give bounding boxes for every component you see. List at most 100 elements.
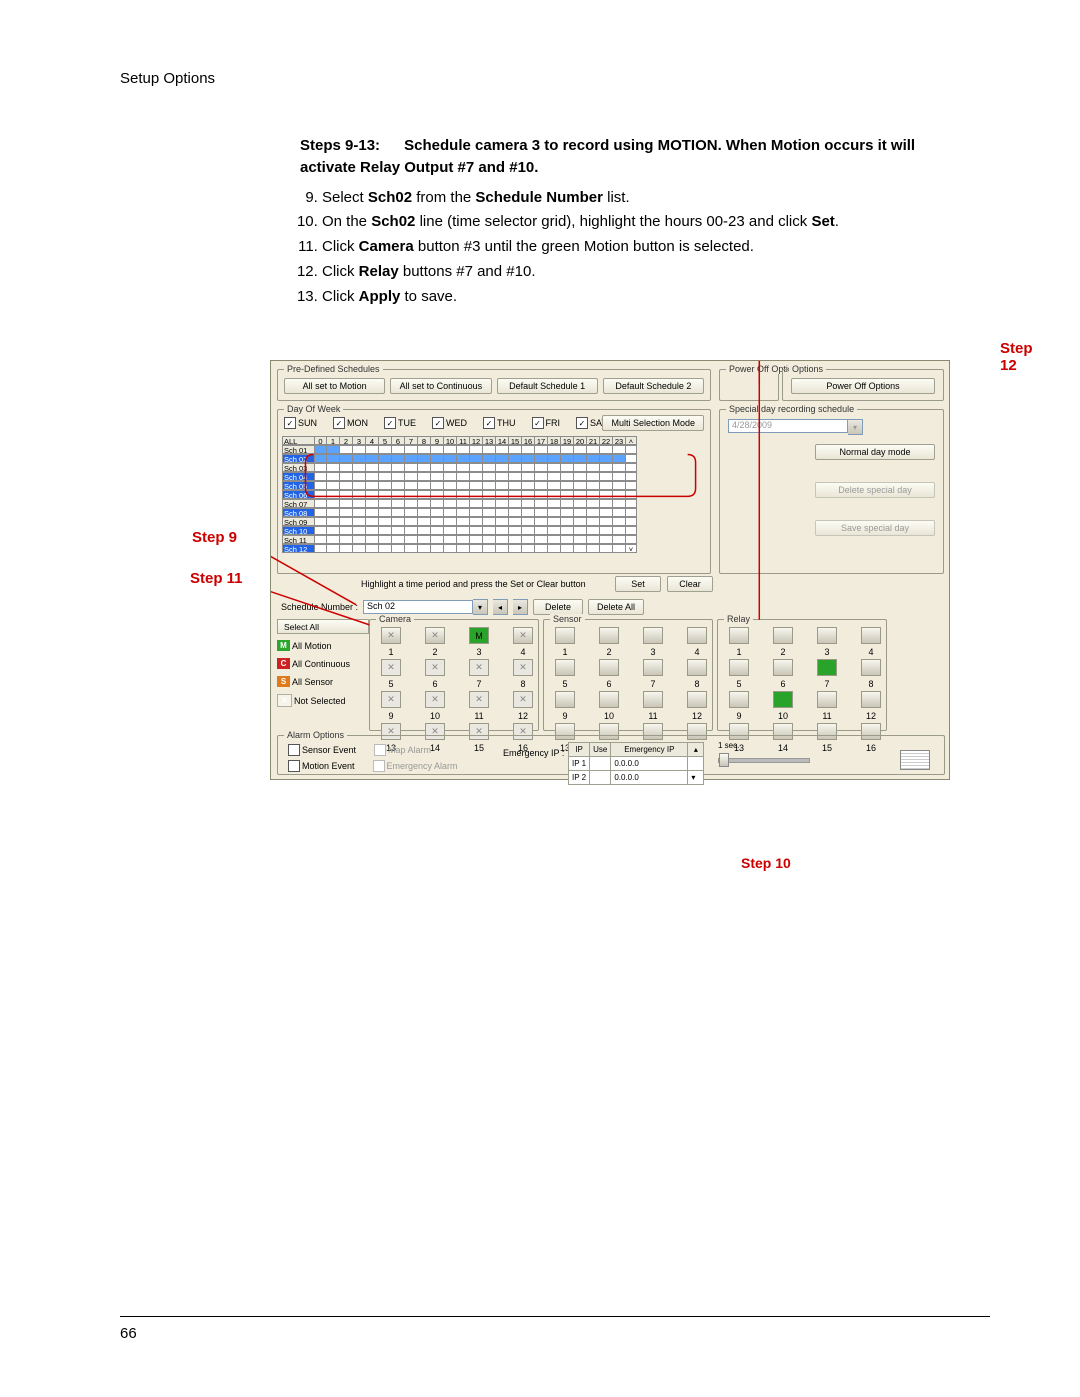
predef-legend: Pre-Defined Schedules	[284, 364, 383, 374]
camera-11-button[interactable]: ✕	[469, 691, 489, 708]
camera-1-button[interactable]: ✕	[381, 627, 401, 644]
sensor-6-button[interactable]	[599, 659, 619, 676]
delete-all-button[interactable]: Delete All	[588, 599, 644, 615]
all-motion-button[interactable]: All set to Motion	[284, 378, 385, 394]
step-12: Click Relay buttons #7 and #10.	[322, 261, 940, 283]
sensor-1-button[interactable]	[555, 627, 575, 644]
day-sun[interactable]: ✓SUN	[284, 417, 317, 429]
sensor-8-button[interactable]	[687, 659, 707, 676]
default-sched2-button[interactable]: Default Schedule 2	[603, 378, 704, 394]
callout-step10-label: Step 10	[741, 855, 791, 871]
relay-8-button[interactable]	[861, 659, 881, 676]
camera-8-button[interactable]: ✕	[513, 659, 533, 676]
all-sensor-toggle[interactable]: SAll Sensor	[277, 676, 369, 687]
schedule-grid[interactable]: ALL0123456789101112131415161718192021222…	[282, 436, 706, 553]
section-heading: Setup Options	[120, 70, 990, 87]
sensor-2-button[interactable]	[599, 627, 619, 644]
chevron-down-icon[interactable]: ▾	[473, 599, 488, 615]
camera-12-button[interactable]: ✕	[513, 691, 533, 708]
relay-12-button[interactable]	[861, 691, 881, 708]
sensor-3-button[interactable]	[643, 627, 663, 644]
sensor-label: 2	[606, 647, 611, 657]
relay-7-button[interactable]	[817, 659, 837, 676]
sensor-label: 9	[562, 711, 567, 721]
sensor-10-button[interactable]	[599, 691, 619, 708]
all-continuous-button[interactable]: All set to Continuous	[390, 378, 491, 394]
day-tue[interactable]: ✓TUE	[384, 417, 416, 429]
schedule-number-combo[interactable]: Sch 02 ▾	[363, 599, 488, 615]
prev-button[interactable]: ◂	[493, 599, 508, 615]
relay-label: 3	[824, 647, 829, 657]
special-date-dropdown-icon: ▾	[848, 419, 863, 435]
camera-label: 11	[474, 711, 483, 721]
day-fri[interactable]: ✓FRI	[532, 417, 561, 429]
relay-label: 7	[824, 679, 829, 689]
relay-3-button[interactable]	[817, 627, 837, 644]
camera-4-button[interactable]: ✕	[513, 627, 533, 644]
alarm-legend: Alarm Options	[284, 730, 347, 740]
relay-1-button[interactable]	[729, 627, 749, 644]
multi-selection-mode-button[interactable]: Multi Selection Mode	[602, 415, 704, 431]
relay-label: 10	[778, 711, 788, 721]
all-continuous-toggle[interactable]: CAll Continuous	[277, 658, 369, 669]
relay-2-button[interactable]	[773, 627, 793, 644]
clear-button[interactable]: Clear	[667, 576, 713, 592]
map-alarm-check: Map Alarm	[374, 744, 431, 756]
camera-label: 1	[388, 647, 393, 657]
step-9: Select Sch02 from the Schedule Number li…	[322, 187, 940, 209]
camera-7-button[interactable]: ✕	[469, 659, 489, 676]
relay-6-button[interactable]	[773, 659, 793, 676]
camera-label: 12	[518, 711, 528, 721]
sensor-legend: Sensor	[550, 614, 585, 624]
relay-4-button[interactable]	[861, 627, 881, 644]
grid-help-text: Highlight a time period and press the Se…	[361, 579, 586, 589]
sensor-label: 11	[648, 711, 657, 721]
relay-11-button[interactable]	[817, 691, 837, 708]
camera-5-button[interactable]: ✕	[381, 659, 401, 676]
not-selected-toggle[interactable]: ✕Not Selected	[277, 694, 369, 707]
camera-label: 2	[432, 647, 437, 657]
motion-event-check[interactable]: Motion Event	[288, 760, 355, 772]
day-wed[interactable]: ✓WED	[432, 417, 467, 429]
relay-9-button[interactable]	[729, 691, 749, 708]
normal-day-mode-button[interactable]: Normal day mode	[815, 444, 935, 460]
power-off-options-button[interactable]: Power Off Options	[791, 378, 935, 394]
duration-slider[interactable]	[718, 758, 810, 763]
camera-3-button[interactable]: M	[469, 627, 489, 644]
relay-10-button[interactable]	[773, 691, 793, 708]
camera-label: 3	[476, 647, 481, 657]
sensor-9-button[interactable]	[555, 691, 575, 708]
step-13: Click Apply to save.	[322, 286, 940, 308]
camera-2-button[interactable]: ✕	[425, 627, 445, 644]
special-day-legend: Special day recording schedule	[726, 404, 857, 414]
delete-button[interactable]: Delete	[533, 599, 583, 615]
emergency-ip-table[interactable]: IPUseEmergency IP▴ IP 10.0.0.0 IP 20.0.0…	[568, 742, 704, 785]
keyboard-icon[interactable]	[900, 750, 930, 770]
camera-6-button[interactable]: ✕	[425, 659, 445, 676]
next-button[interactable]: ▸	[513, 599, 528, 615]
schedule-number-label: Schedule Number :	[281, 602, 358, 612]
relay-5-button[interactable]	[729, 659, 749, 676]
sensor-12-button[interactable]	[687, 691, 707, 708]
sensor-event-check[interactable]: Sensor Event	[288, 744, 356, 756]
callout-step12-label: Step 12	[1000, 340, 1033, 374]
day-mon[interactable]: ✓MON	[333, 417, 368, 429]
emergency-alarm-check: Emergency Alarm	[373, 760, 458, 772]
sensor-label: 5	[562, 679, 567, 689]
day-thu[interactable]: ✓THU	[483, 417, 516, 429]
sensor-7-button[interactable]	[643, 659, 663, 676]
camera-9-button[interactable]: ✕	[381, 691, 401, 708]
set-button[interactable]: Set	[615, 576, 661, 592]
sensor-11-button[interactable]	[643, 691, 663, 708]
select-all-button[interactable]: Select All	[277, 619, 369, 634]
sensor-4-button[interactable]	[687, 627, 707, 644]
default-sched1-button[interactable]: Default Schedule 1	[497, 378, 598, 394]
sensor-label: 8	[694, 679, 699, 689]
camera-label: 5	[388, 679, 393, 689]
delete-special-day-button: Delete special day	[815, 482, 935, 498]
all-motion-toggle[interactable]: MAll Motion	[277, 640, 369, 651]
sensor-5-button[interactable]	[555, 659, 575, 676]
camera-10-button[interactable]: ✕	[425, 691, 445, 708]
instructions-block: Steps 9-13: Schedule camera 3 to record …	[300, 135, 940, 307]
sensor-label: 3	[650, 647, 655, 657]
